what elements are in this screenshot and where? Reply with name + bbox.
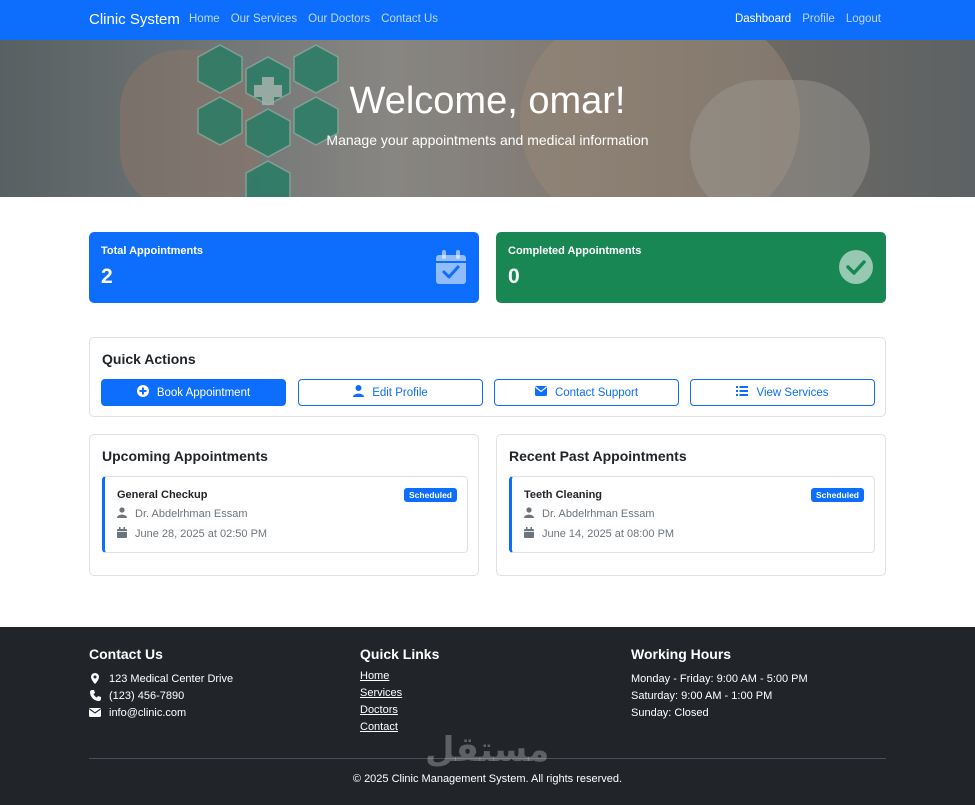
footer-working-hours: Working Hours Monday - Friday: 9:00 AM -…	[631, 646, 808, 721]
appointment-datetime: June 28, 2025 at 02:50 PM	[135, 528, 268, 540]
appointment-date-row: June 28, 2025 at 02:50 PM	[117, 527, 267, 541]
completed-appointments-card: Completed Appointments 0	[496, 232, 886, 303]
footer-copyright: © 2025 Clinic Management System. All rig…	[352, 773, 623, 785]
map-marker-icon	[89, 673, 101, 684]
appointment-doctor: Dr. Abdelrhman Essam	[135, 508, 248, 520]
footer-email-row: info@clinic.com	[89, 704, 233, 721]
footer-address: 123 Medical Center Drive	[109, 672, 234, 685]
past-appointments-panel: Recent Past Appointments Teeth Cleaning …	[496, 434, 886, 576]
quick-actions-panel: Quick Actions Book Appointment Edit Prof…	[89, 337, 886, 417]
doctor-icon	[117, 507, 127, 521]
user-icon	[353, 385, 365, 400]
edit-profile-button[interactable]: Edit Profile	[298, 379, 483, 406]
footer-hours-title: Working Hours	[631, 646, 732, 662]
appointment-card[interactable]: Teeth Cleaning Scheduled Dr. Abdelrhman …	[509, 476, 875, 553]
upcoming-appointments-panel: Upcoming Appointments General Checkup Sc…	[89, 434, 479, 576]
appointment-datetime: June 14, 2025 at 08:00 PM	[542, 528, 675, 540]
navbar: Clinic System Home Our Services Our Doct…	[0, 0, 975, 40]
nav-link-home[interactable]: Home	[189, 13, 220, 25]
total-appointments-card: Total Appointments 2	[89, 232, 479, 303]
completed-appointments-label: Completed Appointments	[508, 245, 642, 257]
book-appointment-label: Book Appointment	[156, 386, 251, 399]
phone-icon	[89, 690, 101, 701]
footer-hours-sunday: Sunday: Closed	[631, 706, 709, 719]
quick-actions-title: Quick Actions	[102, 351, 196, 367]
footer-address-row: 123 Medical Center Drive	[89, 670, 233, 687]
brand-link[interactable]: Clinic System	[89, 11, 180, 28]
footer: Contact Us 123 Medical Center Drive (123…	[0, 627, 975, 805]
list-icon	[736, 386, 749, 399]
edit-profile-label: Edit Profile	[372, 386, 428, 399]
nav-link-logout[interactable]: Logout	[846, 13, 881, 25]
total-appointments-value: 2	[101, 265, 113, 288]
envelope-icon	[534, 386, 547, 399]
nav-main-links: Home Our Services Our Doctors Contact Us	[189, 13, 438, 25]
footer-hours-saturday: Saturday: 9:00 AM - 1:00 PM	[631, 689, 773, 702]
completed-appointments-value: 0	[508, 265, 520, 288]
appointment-doctor: Dr. Abdelrhman Essam	[542, 508, 655, 520]
nav-link-doctors[interactable]: Our Doctors	[308, 13, 370, 25]
appointment-doctor-row: Dr. Abdelrhman Essam	[524, 507, 655, 521]
status-badge: Scheduled	[404, 488, 457, 502]
appointment-card[interactable]: General Checkup Scheduled Dr. Abdelrhman…	[102, 476, 468, 553]
calendar-icon	[117, 527, 127, 541]
contact-support-label: Contact Support	[554, 386, 639, 399]
hero-title: Welcome, omar!	[349, 80, 626, 122]
hero-banner: Welcome, omar! Manage your appointments …	[0, 40, 975, 197]
footer-link-doctors[interactable]: Doctors	[360, 704, 439, 721]
plus-circle-icon	[136, 385, 149, 400]
hero-subtitle: Manage your appointments and medical inf…	[326, 132, 649, 148]
footer-quick-links: Quick Links Home Services Doctors Contac…	[360, 646, 439, 738]
nav-link-dashboard[interactable]: Dashboard	[735, 13, 791, 25]
footer-hours-weekdays: Monday - Friday: 9:00 AM - 5:00 PM	[631, 672, 808, 685]
appointment-date-row: June 14, 2025 at 08:00 PM	[524, 527, 674, 541]
doctor-icon	[524, 507, 534, 521]
footer-link-home[interactable]: Home	[360, 670, 439, 687]
footer-phone-row: (123) 456-7890	[89, 687, 233, 704]
upcoming-appointments-title: Upcoming Appointments	[102, 448, 268, 464]
appointment-service: General Checkup	[117, 489, 208, 501]
nav-link-services[interactable]: Our Services	[231, 13, 297, 25]
footer-email[interactable]: info@clinic.com	[109, 707, 186, 719]
view-services-label: View Services	[756, 386, 829, 399]
total-appointments-label: Total Appointments	[101, 245, 204, 257]
watermark-logo: مستقل	[425, 730, 550, 770]
appointment-service: Teeth Cleaning	[524, 489, 603, 501]
footer-contact-title: Contact Us	[89, 646, 163, 662]
nav-link-contact[interactable]: Contact Us	[381, 13, 438, 25]
status-badge: Scheduled	[811, 488, 864, 502]
past-appointments-title: Recent Past Appointments	[509, 448, 687, 464]
contact-support-button[interactable]: Contact Support	[494, 379, 679, 406]
footer-phone: (123) 456-7890	[109, 689, 185, 702]
book-appointment-button[interactable]: Book Appointment	[101, 379, 286, 406]
footer-contact: Contact Us 123 Medical Center Drive (123…	[89, 646, 233, 721]
calendar-check-icon	[435, 249, 467, 290]
calendar-icon	[524, 527, 534, 541]
view-services-button[interactable]: View Services	[690, 379, 875, 406]
nav-link-profile[interactable]: Profile	[802, 13, 835, 25]
nav-user-links: Dashboard Profile Logout	[735, 13, 881, 25]
footer-link-services[interactable]: Services	[360, 687, 439, 704]
check-circle-icon	[838, 249, 874, 290]
appointment-doctor-row: Dr. Abdelrhman Essam	[117, 507, 248, 521]
envelope-icon	[89, 708, 101, 717]
footer-links-title: Quick Links	[360, 646, 440, 662]
